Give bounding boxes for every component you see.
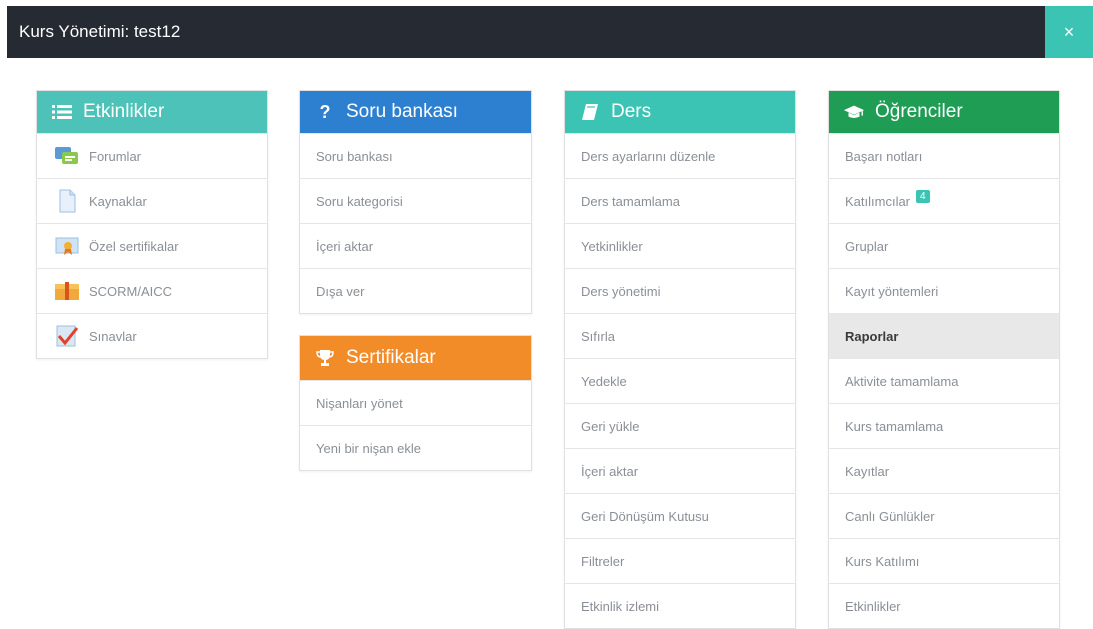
menu-item-ders-yonetimi[interactable]: Ders yönetimi (565, 268, 795, 313)
menu-item-ozel-sertifikalar[interactable]: Özel sertifikalar (37, 223, 267, 268)
menu-item-kaynaklar[interactable]: Kaynaklar (37, 178, 267, 223)
menu-item-ders-ayarlari[interactable]: Ders ayarlarını düzenle (565, 133, 795, 178)
panel-etkinlikler-header: Etkinlikler (37, 91, 267, 133)
menu-item-label: Soru kategorisi (316, 193, 403, 209)
menu-item-label: Gruplar (845, 238, 889, 254)
menu-item-label: Aktivite tamamlama (845, 373, 959, 389)
menu-item-label: Geri Dönüşüm Kutusu (581, 508, 709, 524)
panel-title: Sertifikalar (346, 347, 436, 368)
menu-item-yeni-nisan-ekle[interactable]: Yeni bir nişan ekle (300, 425, 531, 470)
menu-item-label: Raporlar (845, 328, 899, 344)
menu-item-katilimcilar[interactable]: Katılımcılar 4 (829, 178, 1059, 223)
menu-item-label: Özel sertifikalar (89, 238, 179, 254)
menu-item-nisanlari-yonet[interactable]: Nişanları yönet (300, 380, 531, 425)
menu-item-iceri-aktar-ders[interactable]: İçeri aktar (565, 448, 795, 493)
menu-item-yetkinlikler[interactable]: Yetkinlikler (565, 223, 795, 268)
menu-item-label: Yedekle (581, 373, 627, 389)
menu-item-label: Kaynaklar (89, 193, 147, 209)
menu-item-soru-bankasi[interactable]: Soru bankası (300, 133, 531, 178)
panel-ders: Ders Ders ayarlarını düzenle Ders tamaml… (564, 90, 796, 629)
trophy-icon (314, 349, 336, 367)
graduation-cap-icon (843, 103, 865, 121)
list-icon (51, 104, 73, 120)
panel-etkinlikler: Etkinlikler Forumlar Kaynaklar Özel sert… (36, 90, 268, 359)
menu-item-label: Nişanları yönet (316, 395, 403, 411)
menu-item-label: Yeni bir nişan ekle (316, 440, 422, 456)
forum-icon (53, 144, 81, 168)
panel-sertifikalar-header: Sertifikalar (300, 336, 531, 380)
menu-item-soru-kategorisi[interactable]: Soru kategorisi (300, 178, 531, 223)
menu-item-label: Etkinlikler (845, 598, 901, 614)
panel-ogrenciler: Öğrenciler Başarı notları Katılımcılar 4… (828, 90, 1060, 629)
panel-soru-header: ? Soru bankası (300, 91, 531, 133)
panel-ders-header: Ders (565, 91, 795, 133)
menu-item-label: Ders tamamlama (581, 193, 680, 209)
menu-item-kayit-yontemleri[interactable]: Kayıt yöntemleri (829, 268, 1059, 313)
panel-title: Öğrenciler (875, 101, 963, 122)
menu-item-canli-gunlukler[interactable]: Canlı Günlükler (829, 493, 1059, 538)
count-badge: 4 (916, 189, 930, 203)
menu-item-label: Sıfırla (581, 328, 615, 344)
menu-item-forumlar[interactable]: Forumlar (37, 133, 267, 178)
menu-item-kurs-tamamlama[interactable]: Kurs tamamlama (829, 403, 1059, 448)
menu-item-label: Ders yönetimi (581, 283, 661, 299)
panel-sertifikalar: Sertifikalar Nişanları yönet Yeni bir ni… (299, 335, 532, 471)
menu-item-geri-donusum[interactable]: Geri Dönüşüm Kutusu (565, 493, 795, 538)
menu-item-label: Kayıtlar (845, 463, 890, 479)
document-icon (53, 189, 81, 213)
menu-item-label: Ders ayarlarını düzenle (581, 148, 716, 164)
menu-item-filtreler[interactable]: Filtreler (565, 538, 795, 583)
menu-item-basari-notlari[interactable]: Başarı notları (829, 133, 1059, 178)
panel-ogrenciler-header: Öğrenciler (829, 91, 1059, 133)
menu-item-label: İçeri aktar (316, 238, 374, 254)
menu-item-label: Kayıt yöntemleri (845, 283, 939, 299)
menu-item-ders-tamamlama[interactable]: Ders tamamlama (565, 178, 795, 223)
menu-item-sifirla[interactable]: Sıfırla (565, 313, 795, 358)
menu-item-label: Katılımcılar (845, 193, 911, 209)
menu-item-label: SCORM/AICC (89, 283, 173, 299)
panel-title: Etkinlikler (83, 101, 165, 122)
menu-item-label: İçeri aktar (581, 463, 639, 479)
menu-item-kayitlar[interactable]: Kayıtlar (829, 448, 1059, 493)
menu-item-aktivite-tamamlama[interactable]: Aktivite tamamlama (829, 358, 1059, 403)
dialog-header: Kurs Yönetimi: test12 × (7, 6, 1093, 58)
panel-soru-bankasi: ? Soru bankası Soru bankası Soru kategor… (299, 90, 532, 314)
menu-item-label: Canlı Günlükler (845, 508, 935, 524)
menu-item-label: Kurs tamamlama (845, 418, 944, 434)
menu-item-sinavlar[interactable]: Sınavlar (37, 313, 267, 358)
menu-item-label: Kurs Katılımı (845, 553, 920, 569)
menu-item-label: Geri yükle (581, 418, 640, 434)
panel-title: Soru bankası (346, 101, 458, 122)
menu-item-label: Dışa ver (316, 283, 365, 299)
menu-item-gruplar[interactable]: Gruplar (829, 223, 1059, 268)
menu-item-etkinlikler[interactable]: Etkinlikler (829, 583, 1059, 628)
menu-item-iceri-aktar[interactable]: İçeri aktar (300, 223, 531, 268)
question-icon: ? (319, 102, 331, 122)
menu-item-label: Forumlar (89, 148, 142, 164)
menu-item-label: Başarı notları (845, 148, 923, 164)
menu-item-kurs-katilimi[interactable]: Kurs Katılımı (829, 538, 1059, 583)
package-icon (53, 279, 81, 303)
menu-item-label: Yetkinlikler (581, 238, 643, 254)
menu-item-yedekle[interactable]: Yedekle (565, 358, 795, 403)
menu-item-label: Filtreler (581, 553, 625, 569)
menu-item-label: Etkinlik izlemi (581, 598, 660, 614)
menu-item-geri-yukle[interactable]: Geri yükle (565, 403, 795, 448)
menu-item-raporlar[interactable]: Raporlar (829, 313, 1059, 358)
certificate-icon (53, 234, 81, 258)
menu-item-etkinlik-izlemi[interactable]: Etkinlik izlemi (565, 583, 795, 628)
menu-item-disa-ver[interactable]: Dışa ver (300, 268, 531, 313)
panel-title: Ders (611, 101, 652, 122)
quiz-check-icon (53, 324, 81, 348)
menu-item-label: Soru bankası (316, 148, 393, 164)
close-icon: × (1063, 22, 1075, 42)
dialog-title: Kurs Yönetimi: test12 (19, 22, 181, 41)
menu-item-scorm[interactable]: SCORM/AICC (37, 268, 267, 313)
close-button[interactable]: × (1045, 6, 1093, 58)
book-icon (579, 103, 601, 121)
menu-item-label: Sınavlar (89, 328, 137, 344)
